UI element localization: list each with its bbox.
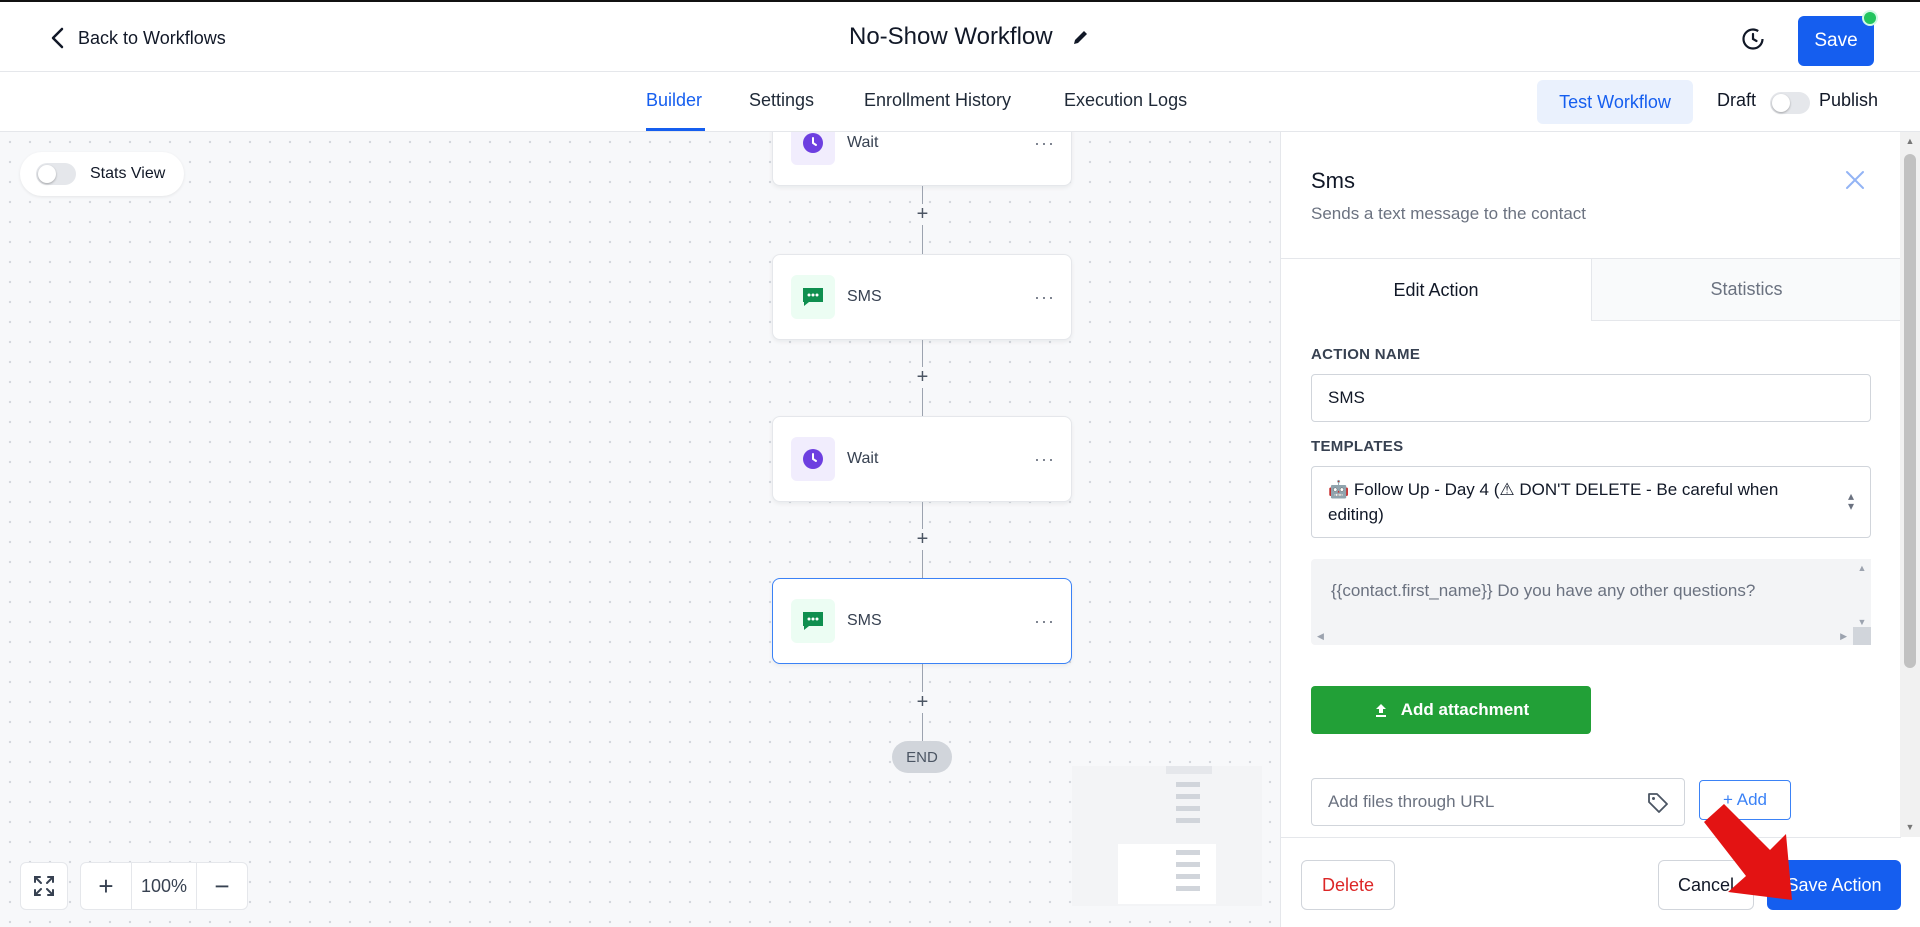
upload-icon: [1375, 704, 1386, 717]
node-label: Wait: [847, 450, 879, 467]
node-label: Wait: [847, 134, 879, 151]
chat-bubble-icon: [791, 275, 835, 319]
node-label: SMS: [847, 288, 882, 305]
workflow-node-sms[interactable]: SMS ···: [772, 254, 1072, 340]
workflow-node-wait[interactable]: Wait ···: [772, 416, 1072, 502]
workflow-node-sms-selected[interactable]: SMS ···: [772, 578, 1072, 664]
more-options-icon[interactable]: ···: [1034, 612, 1055, 630]
stats-view-toggle-group[interactable]: Stats View: [20, 152, 184, 196]
add-step-icon[interactable]: +: [912, 204, 933, 225]
tab-statistics[interactable]: Statistics: [1591, 259, 1901, 321]
chat-bubble-icon: [791, 599, 835, 643]
tag-icon[interactable]: [1646, 791, 1670, 815]
action-name-input[interactable]: SMS: [1311, 374, 1871, 422]
url-placeholder: Add files through URL: [1328, 792, 1495, 811]
tab-bar: Builder Settings Enrollment History Exec…: [0, 72, 1920, 132]
scroll-corner: [1853, 627, 1871, 645]
template-value: 🤖 Follow Up - Day 4 (⚠ DON'T DELETE - Be…: [1328, 480, 1779, 524]
publish-toggle[interactable]: [1770, 92, 1810, 114]
end-marker: END: [892, 741, 952, 773]
stats-view-toggle[interactable]: [36, 163, 76, 185]
select-arrows-icon: ▴ ▾: [1847, 489, 1854, 513]
tab-execution-logs[interactable]: Execution Logs: [1064, 90, 1187, 111]
tab-settings[interactable]: Settings: [749, 90, 814, 111]
panel-tabs: Edit Action Statistics: [1281, 258, 1901, 321]
version-history-icon[interactable]: [1740, 26, 1766, 52]
expand-icon: [34, 876, 54, 896]
panel-title: Sms: [1311, 168, 1355, 193]
node-label: SMS: [847, 612, 882, 629]
scroll-thumb[interactable]: [1904, 154, 1916, 668]
minimap-viewport[interactable]: [1118, 844, 1216, 904]
clock-icon: [791, 132, 835, 165]
stats-view-label: Stats View: [90, 165, 166, 182]
tab-enrollment-history[interactable]: Enrollment History: [864, 90, 1011, 111]
action-name-label: ACTION NAME: [1311, 346, 1421, 363]
tab-builder[interactable]: Builder: [646, 90, 702, 111]
zoom-in-button[interactable]: +: [81, 863, 131, 909]
workflow-node-wait[interactable]: Wait ···: [772, 132, 1072, 186]
templates-label: TEMPLATES: [1311, 438, 1404, 455]
add-step-icon[interactable]: +: [912, 529, 933, 550]
active-tab-underline: [646, 128, 705, 131]
add-attachment-button[interactable]: Add attachment: [1311, 686, 1591, 734]
add-step-icon[interactable]: +: [912, 692, 933, 713]
vertical-scrollbar[interactable]: ▲ ▼: [1853, 559, 1871, 627]
save-button[interactable]: Save: [1798, 16, 1874, 66]
template-select[interactable]: 🤖 Follow Up - Day 4 (⚠ DON'T DELETE - Be…: [1311, 466, 1871, 538]
workflow-title-group: No-Show Workflow: [849, 23, 1091, 51]
zoom-out-button[interactable]: −: [197, 863, 247, 909]
back-to-workflows-link[interactable]: Back to Workflows: [48, 26, 226, 50]
top-bar: Back to Workflows No-Show Workflow Save: [0, 0, 1920, 72]
back-label: Back to Workflows: [78, 27, 226, 48]
more-options-icon[interactable]: ···: [1034, 288, 1055, 306]
minimap[interactable]: [1072, 766, 1262, 906]
workflow-title: No-Show Workflow: [849, 23, 1053, 50]
horizontal-scrollbar[interactable]: ◀ ▶: [1311, 627, 1853, 645]
file-url-input[interactable]: Add files through URL: [1311, 778, 1685, 826]
workflow-canvas[interactable]: Stats View Wait ··· + SMS ··· + Wait ···…: [0, 132, 1280, 927]
add-step-icon[interactable]: +: [912, 367, 933, 388]
more-options-icon[interactable]: ···: [1034, 134, 1055, 152]
clock-icon: [791, 437, 835, 481]
chevron-left-icon: [51, 27, 64, 49]
message-text: {{contact.first_name}} Do you have any o…: [1331, 581, 1756, 600]
panel-subtitle: Sends a text message to the contact: [1311, 204, 1586, 223]
scroll-up-arrow[interactable]: ▲: [1900, 136, 1920, 146]
zoom-controls: + 100% −: [80, 862, 248, 910]
publish-label: Publish: [1819, 90, 1879, 110]
zoom-level: 100%: [131, 863, 197, 909]
delete-button[interactable]: Delete: [1301, 860, 1395, 910]
status-dot: [1862, 10, 1878, 26]
pencil-edit-icon[interactable]: [1071, 27, 1091, 47]
scroll-down-arrow[interactable]: ▼: [1900, 822, 1920, 832]
fit-view-button[interactable]: [20, 862, 68, 910]
close-icon[interactable]: [1843, 168, 1867, 192]
annotation-arrow-icon: [1704, 804, 1792, 900]
more-options-icon[interactable]: ···: [1034, 450, 1055, 468]
tab-edit-action[interactable]: Edit Action: [1281, 259, 1591, 321]
add-attachment-label: Add attachment: [1400, 700, 1530, 719]
test-workflow-button[interactable]: Test Workflow: [1537, 80, 1693, 124]
draft-label: Draft: [1717, 90, 1757, 110]
panel-scrollbar[interactable]: ▲ ▼: [1900, 132, 1920, 837]
message-textarea[interactable]: {{contact.first_name}} Do you have any o…: [1311, 559, 1871, 645]
